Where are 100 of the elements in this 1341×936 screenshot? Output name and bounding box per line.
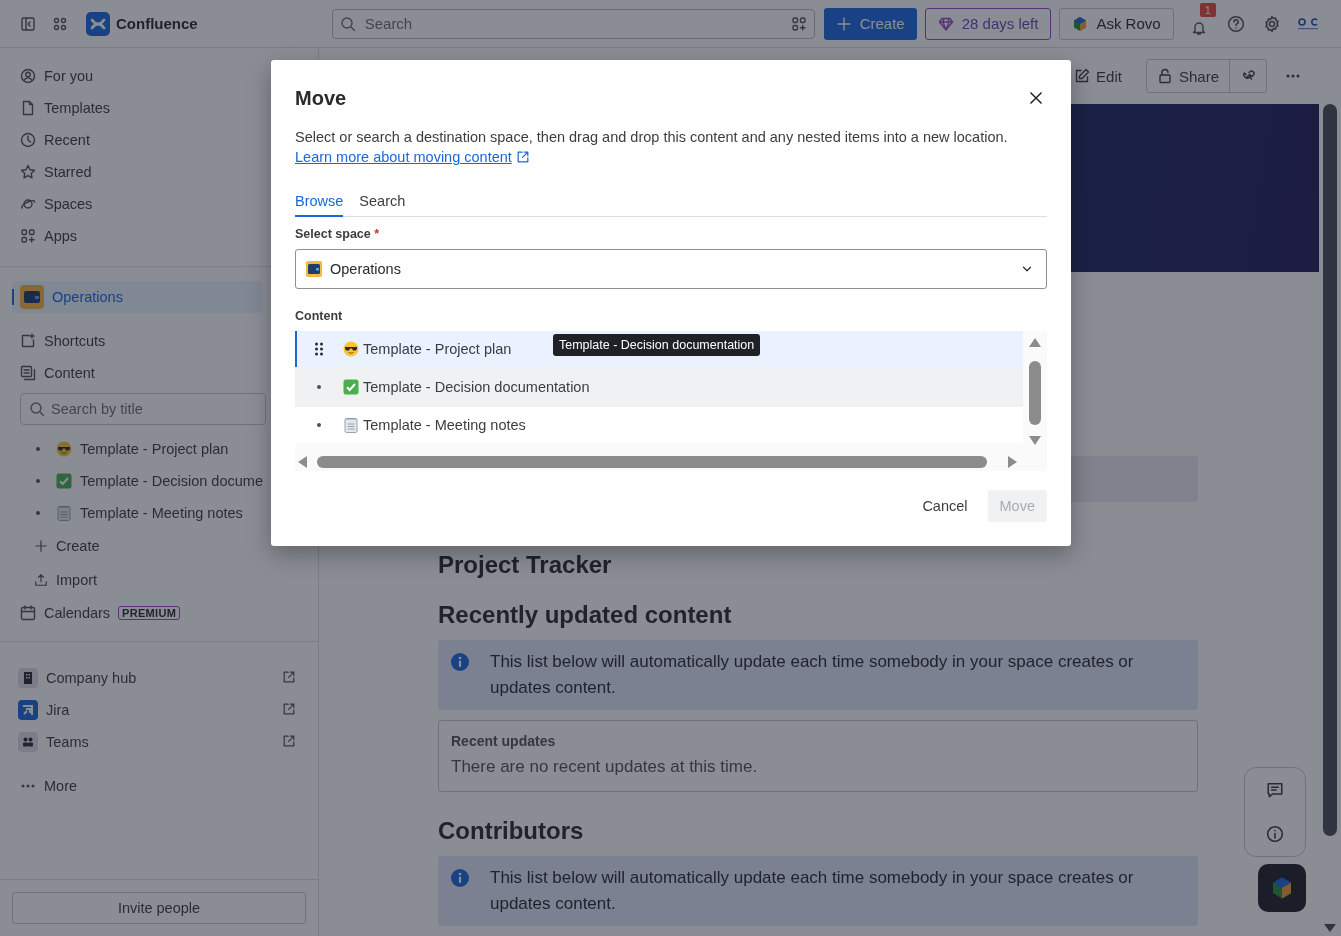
plus-icon (835, 15, 852, 32)
sunglasses-face-icon (56, 441, 72, 457)
nav-item[interactable]: Templates (0, 92, 123, 124)
info-icon (450, 652, 470, 672)
close-icon (1027, 89, 1045, 107)
settings-icon (1262, 14, 1281, 33)
nav-item[interactable]: Content (0, 357, 107, 389)
trial-button[interactable]: 28 days left (924, 7, 1052, 40)
search-field[interactable]: Search by title (20, 393, 266, 425)
star-icon (20, 164, 36, 180)
scroll-down-icon (1324, 924, 1336, 932)
section-heading: Contributors (438, 816, 585, 846)
external-link-icon (282, 701, 296, 716)
dialog-description: Select or search a destination space, then drag and drop this content and any nested items into a new location. Learn more about moving content (295, 128, 1009, 167)
rovo-chat-button[interactable] (1258, 864, 1306, 912)
nav-item[interactable]: Starred (0, 156, 104, 188)
scroll-left-icon[interactable] (297, 456, 309, 468)
nav-item[interactable]: Calendars PREMIUM (0, 597, 193, 629)
create-button[interactable]: Create (823, 7, 917, 40)
page-tree-item[interactable]: Template - Project plan (0, 433, 241, 465)
grid-icon (52, 15, 68, 32)
plus-icon (34, 539, 48, 553)
confluence-logo-icon (86, 11, 110, 36)
scroll-down-icon[interactable] (1029, 434, 1041, 446)
scrollbar-thumb[interactable] (1323, 104, 1337, 836)
space-item[interactable]: Operations (12, 281, 262, 313)
planet-icon (20, 196, 36, 212)
jira-icon (18, 700, 38, 720)
dialog-title: Move (295, 86, 347, 110)
info-icon (1266, 825, 1284, 843)
clock-icon (20, 132, 36, 148)
nav-item[interactable]: Import (0, 563, 110, 597)
space-logo-icon (20, 285, 44, 309)
app-link[interactable]: Company hub (0, 662, 318, 694)
person-icon (20, 68, 36, 84)
external-link-icon (515, 150, 530, 164)
check-box-icon (56, 473, 72, 489)
search-field[interactable]: Search (331, 8, 815, 39)
section-heading: Recently updated content (438, 600, 733, 630)
help-icon (1226, 14, 1245, 33)
bell-icon (1190, 19, 1207, 36)
tree-row[interactable]: Template - Decision documentation (295, 367, 1023, 407)
apps-icon (20, 228, 36, 244)
card-title: Recent updates (451, 733, 557, 749)
nav-item[interactable]: For you (0, 60, 106, 92)
premium-badge: PREMIUM (118, 606, 181, 620)
scroll-up-icon[interactable] (1029, 337, 1041, 349)
diamond-icon (937, 15, 954, 32)
cancel-button[interactable]: Cancel (910, 490, 980, 522)
nav-item[interactable]: Spaces (0, 188, 105, 220)
shortcut-icon (20, 333, 36, 349)
scrollbar-thumb[interactable] (317, 456, 987, 468)
tab[interactable]: Search (359, 189, 406, 217)
ask-rovo-button[interactable]: Ask Rovo (1059, 7, 1174, 40)
page-heading: Project Tracker (438, 552, 613, 578)
nav-item[interactable]: Apps (0, 220, 90, 252)
notepad-icon (56, 505, 72, 521)
card-text: There are no recent updates at this time. (451, 757, 759, 777)
sidebar-icon (20, 15, 36, 32)
scrollbar-thumb[interactable] (1029, 361, 1041, 425)
info-icon (450, 868, 470, 888)
app-link[interactable]: Teams (0, 726, 318, 758)
building-icon (18, 668, 38, 688)
upload-icon (34, 573, 48, 587)
field-label: Content (295, 309, 344, 323)
app-link[interactable]: Jira (0, 694, 318, 726)
sunglasses-face-icon (343, 341, 359, 357)
nav-item[interactable]: Shortcuts (0, 325, 118, 357)
search-icon (29, 401, 45, 417)
space-select[interactable]: Operations (295, 249, 1047, 289)
lock-icon (1156, 68, 1173, 84)
notepad-icon (343, 417, 359, 433)
invite-people-button[interactable]: Invite people (12, 892, 306, 924)
more-item[interactable]: More (0, 770, 90, 802)
learn-more-link[interactable]: Learn more about moving content (295, 147, 530, 167)
field-label: Select space * (295, 227, 381, 241)
info-text: This list below will automatically update each time somebody in your space creates or updates content. (490, 867, 1135, 915)
info-text: This list below will automatically update each time somebody in your space creates or updates content. (490, 651, 1135, 699)
comment-icon (1266, 781, 1284, 799)
tree-row[interactable]: Template - Meeting notes (295, 407, 1023, 443)
edit-button[interactable]: Edit (1064, 60, 1132, 92)
external-link-icon (282, 669, 296, 684)
tab[interactable]: Browse (295, 189, 344, 217)
check-box-icon (343, 379, 359, 395)
pencil-icon (1074, 68, 1091, 84)
apps-add-icon (790, 15, 807, 32)
search-icon (339, 15, 356, 32)
nav-item[interactable]: Recent (0, 124, 102, 156)
page-tree-item[interactable]: Template - Meeting notes (0, 497, 255, 529)
content-icon (20, 365, 36, 381)
tooltip: Template - Decision documentation (553, 334, 761, 356)
document-icon (20, 100, 36, 116)
notification-badge: 1 (1199, 2, 1216, 17)
external-link-icon (282, 733, 296, 748)
calendar-icon (20, 605, 36, 621)
nav-item[interactable]: Create (0, 529, 112, 563)
space-logo-icon (306, 261, 322, 277)
people-icon (18, 732, 38, 752)
scroll-right-icon[interactable] (1006, 456, 1018, 468)
product-name: Confluence (116, 15, 198, 32)
